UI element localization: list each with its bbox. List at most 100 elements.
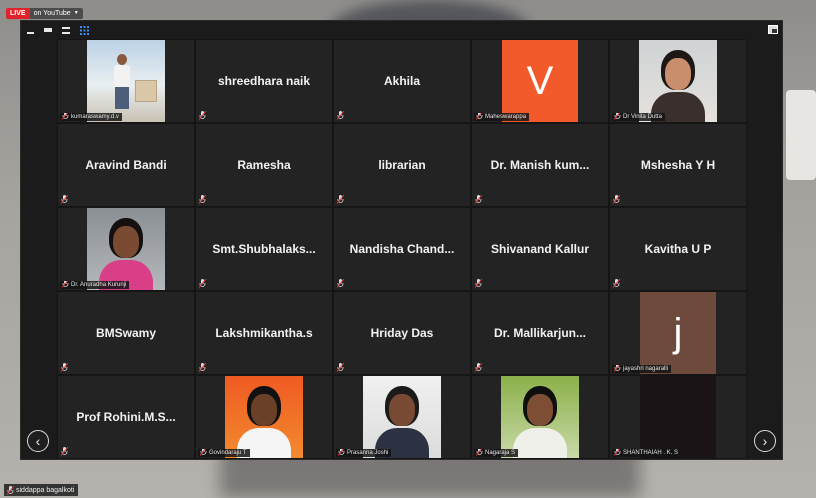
minimize-icon[interactable] (25, 25, 35, 35)
participant-label: jayashri nagaralli (612, 365, 672, 373)
participant-tile[interactable]: SHANTHAIAH . K. S (609, 375, 747, 459)
participant-tile[interactable]: shreedhara naik (195, 39, 333, 123)
live-badge: LIVE on YouTube ▼ (6, 6, 83, 20)
participant-name: BMSwamy (95, 326, 157, 340)
participant-label: kumaraswamy.d.v (60, 113, 122, 121)
participant-name: Dr. Manish kum... (490, 158, 590, 172)
participant-tile[interactable]: Nagaraja S (471, 375, 609, 459)
speaker-view-icon[interactable] (61, 25, 71, 35)
participant-name: shreedhara naik (217, 74, 311, 88)
mic-muted-icon (199, 195, 206, 204)
participant-name: Govindaraju T (209, 450, 247, 456)
participant-name: Lakshmikantha.s (215, 326, 313, 340)
participant-label: SHANTHAIAH . K. S (612, 449, 682, 457)
background-wall-switch (786, 90, 816, 180)
participant-tile[interactable]: V Maheswarappa (471, 39, 609, 123)
video-feed (87, 208, 165, 290)
participant-tile[interactable]: j jayashri nagaralli (609, 291, 747, 375)
participant-tile[interactable]: Nandisha Chand... (333, 207, 471, 291)
participant-label: Dr Vinita Dutta (612, 113, 665, 121)
participant-name: librarian (378, 158, 426, 172)
participant-tile[interactable]: Govindaraju T (195, 375, 333, 459)
participant-tile[interactable]: BMSwamy (57, 291, 195, 375)
mic-muted-icon (61, 195, 68, 204)
video-feed (640, 376, 716, 458)
participant-tile[interactable]: Dr Vinita Dutta (609, 39, 747, 123)
mic-muted-icon (337, 195, 344, 204)
participant-tile[interactable]: Dr. Mallikarjun... (471, 291, 609, 375)
avatar: V (502, 40, 578, 122)
video-feed (363, 376, 441, 458)
gallery-view-icon[interactable] (79, 25, 89, 35)
participant-tile[interactable]: Akhila (333, 39, 471, 123)
video-feed (501, 376, 579, 458)
participant-tile[interactable]: Hriday Das (333, 291, 471, 375)
video-feed (87, 40, 165, 122)
next-page-button[interactable]: › (754, 430, 776, 452)
platform-pill[interactable]: on YouTube ▼ (29, 7, 83, 19)
participant-label: Nagaraja S (474, 449, 519, 457)
participant-tile[interactable]: Kavitha U P (609, 207, 747, 291)
mic-muted-icon (7, 486, 14, 495)
participant-tile[interactable]: kumaraswamy.d.v (57, 39, 195, 123)
caret-down-icon: ▼ (73, 10, 79, 16)
mic-muted-icon (476, 449, 483, 456)
participant-tile[interactable]: librarian (333, 123, 471, 207)
mic-muted-icon (61, 447, 68, 456)
participant-tile[interactable]: Dr. Manish kum... (471, 123, 609, 207)
avatar-letter: j (673, 310, 683, 355)
participant-tile[interactable]: Mshesha Y H (609, 123, 747, 207)
host-label: siddappa bagalkoti (4, 484, 79, 496)
participant-name: Nandisha Chand... (349, 242, 455, 256)
live-label: LIVE (6, 7, 30, 19)
participant-label: Prasanna Joshi (336, 449, 392, 457)
participant-label: Maheswarappa (474, 113, 530, 121)
strip-view-icon[interactable] (43, 25, 53, 35)
participant-name: Nagaraja S (485, 450, 516, 456)
mic-muted-icon (475, 363, 482, 372)
mic-muted-icon (338, 449, 345, 456)
participant-name: Kavitha U P (644, 242, 712, 256)
chevron-right-icon: › (762, 433, 768, 449)
participant-name: Ramesha (237, 158, 291, 172)
participant-name: Hriday Das (370, 326, 434, 340)
participant-tile[interactable]: Smt.Shubhalaks... (195, 207, 333, 291)
participant-tile[interactable]: Shivanand Kallur (471, 207, 609, 291)
video-feed (639, 40, 717, 122)
mic-muted-icon (62, 113, 69, 120)
mic-muted-icon (199, 279, 206, 288)
mic-muted-icon (337, 111, 344, 120)
participant-label: Govindaraju T (198, 449, 250, 457)
participant-tile[interactable]: Ramesha (195, 123, 333, 207)
mic-muted-icon (613, 195, 620, 204)
pip-icon[interactable] (768, 25, 778, 34)
participant-label: Dr. Anuradha Kurunji (60, 281, 130, 289)
participant-name: Maheswarappa (485, 114, 527, 120)
participant-name: Shivanand Kallur (490, 242, 590, 256)
avatar: j (640, 292, 716, 374)
mic-muted-icon (614, 113, 621, 120)
participant-name: Akhila (383, 74, 420, 88)
participant-name: Prof Rohini.M.S... (76, 410, 176, 424)
participant-name: SHANTHAIAH . K. S (623, 450, 679, 456)
video-feed (225, 376, 303, 458)
avatar-letter: V (526, 58, 554, 103)
mic-muted-icon (614, 449, 621, 456)
participant-tile[interactable]: Aravind Bandi (57, 123, 195, 207)
participant-name: Mshesha Y H (640, 158, 716, 172)
mic-muted-icon (61, 363, 68, 372)
participant-name: Dr. Mallikarjun... (493, 326, 587, 340)
participant-name: Aravind Bandi (85, 158, 167, 172)
participant-name: kumaraswamy.d.v (71, 114, 119, 120)
prev-page-button[interactable]: ‹ (27, 430, 49, 452)
participant-tile[interactable]: Dr. Anuradha Kurunji (57, 207, 195, 291)
participant-name: Prasanna Joshi (347, 450, 389, 456)
participant-tile[interactable]: Prasanna Joshi (333, 375, 471, 459)
participant-tile[interactable]: Lakshmikantha.s (195, 291, 333, 375)
mic-muted-icon (475, 279, 482, 288)
platform-label: on YouTube (33, 9, 71, 17)
mic-muted-icon (200, 449, 207, 456)
participant-tile[interactable]: Prof Rohini.M.S... (57, 375, 195, 459)
participant-name: Dr. Anuradha Kurunji (71, 282, 127, 288)
chevron-left-icon: ‹ (35, 433, 41, 449)
